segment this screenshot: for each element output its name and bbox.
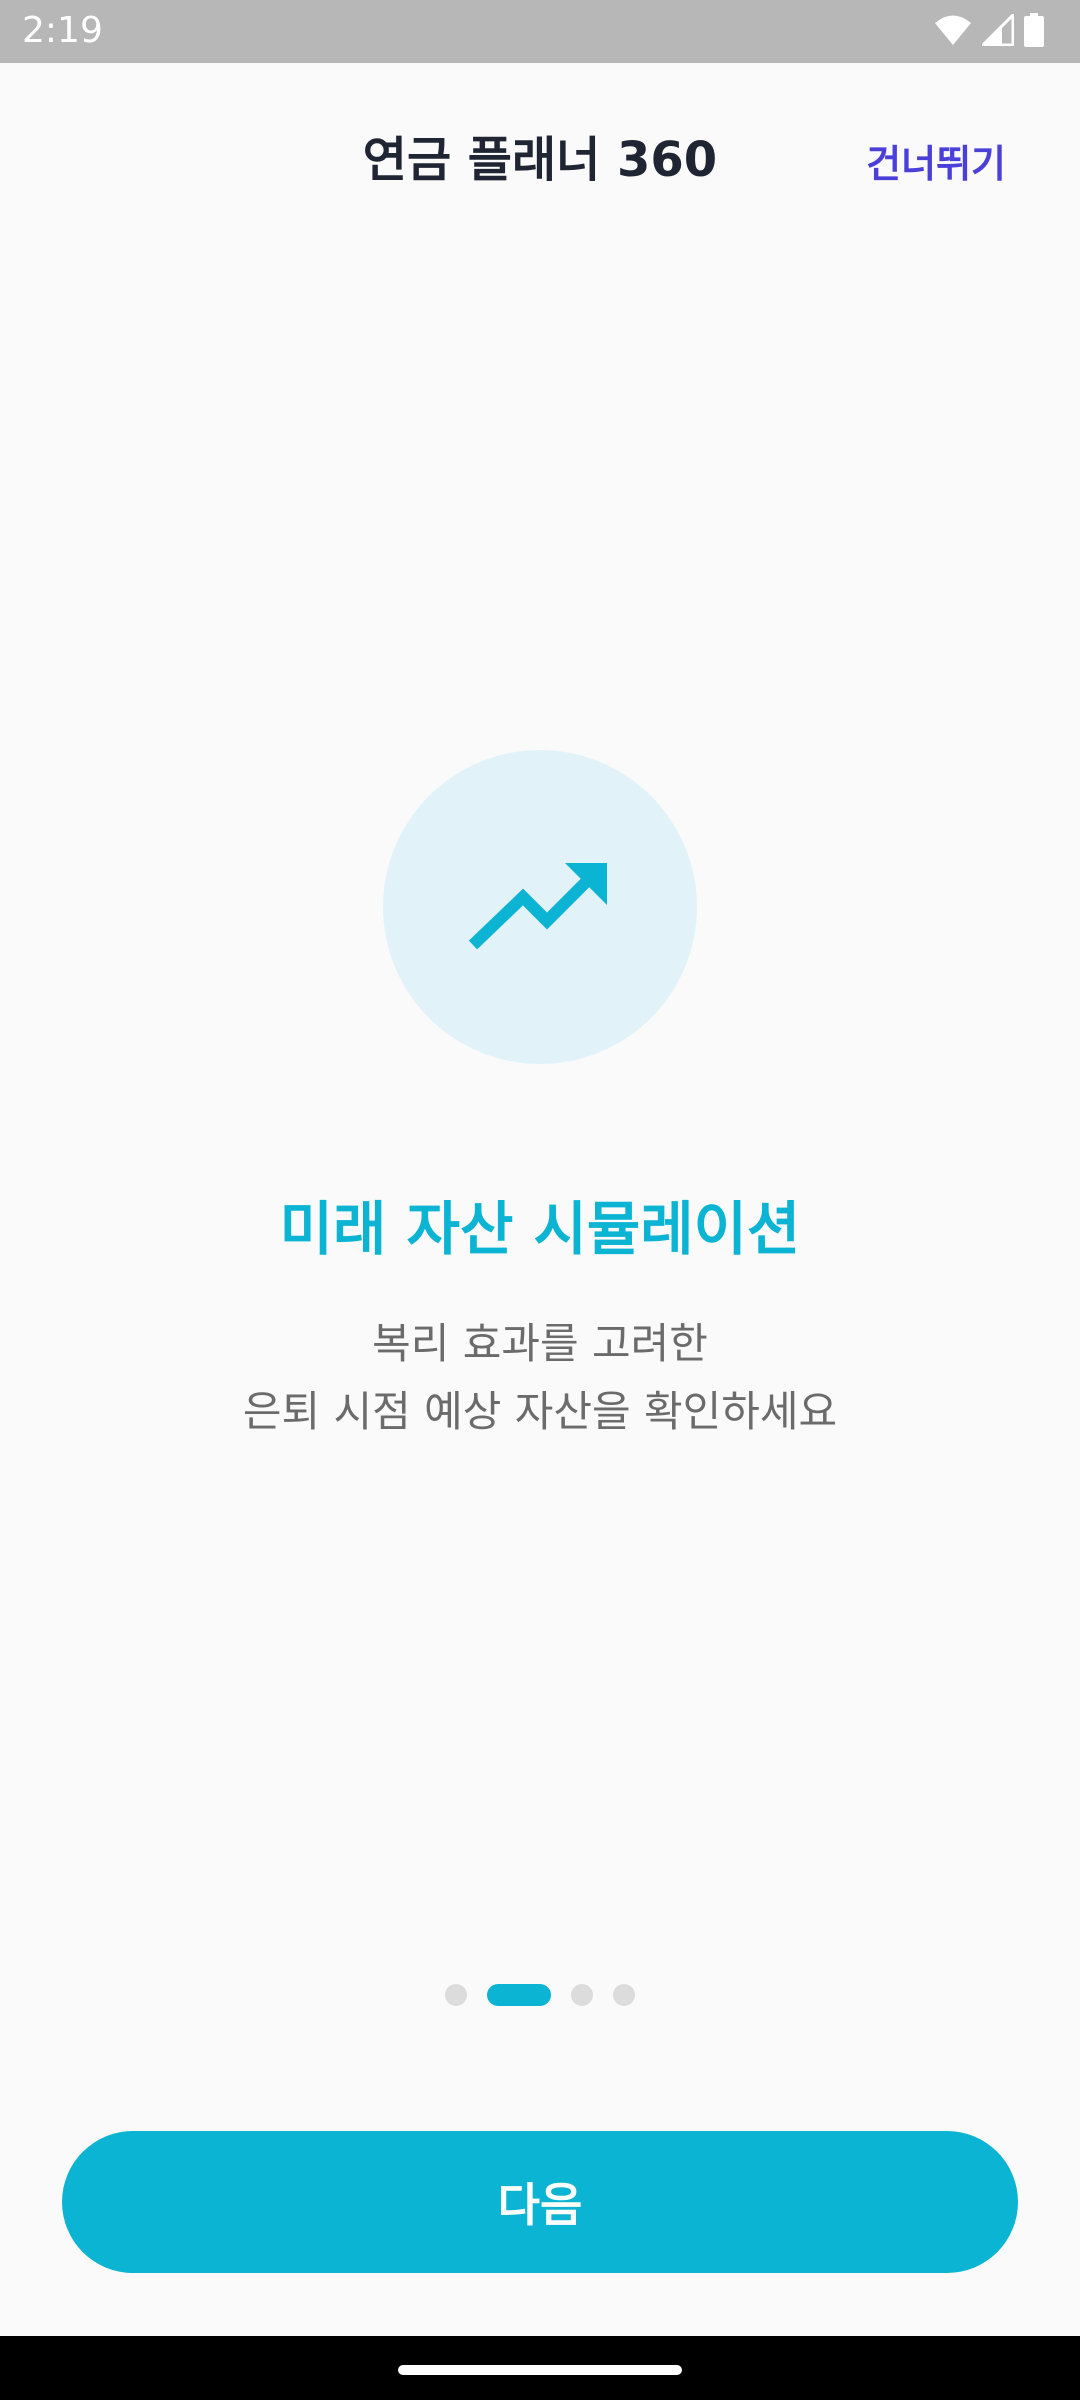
status-icons [934,11,1044,52]
battery-icon [1024,13,1044,51]
slide-description: 복리 효과를 고려한 은퇴 시점 예상 자산을 확인하세요 [0,1310,1080,1446]
page-indicator [0,1984,1080,2006]
page-dot-1 [445,1984,467,2006]
status-time: 2:19 [22,10,103,51]
signal-icon [979,11,1015,50]
next-button[interactable]: 다음 [62,2131,1018,2273]
hero-illustration [383,750,697,1064]
page-dot-2 [487,1984,551,2006]
home-indicator[interactable] [398,2365,682,2375]
wifi-icon [934,14,972,50]
page-dot-4 [613,1984,635,2006]
trending-up-icon [465,855,615,959]
status-bar: 2:19 [0,0,1080,63]
slide-title: 미래 자산 시뮬레이션 [279,1195,801,1263]
skip-button[interactable]: 건너뛰기 [866,140,1006,188]
page-dot-3 [571,1984,593,2006]
slide-description-line-2: 은퇴 시점 예상 자산을 확인하세요 [242,1387,838,1436]
slide-description-line-1: 복리 효과를 고려한 [372,1319,708,1368]
